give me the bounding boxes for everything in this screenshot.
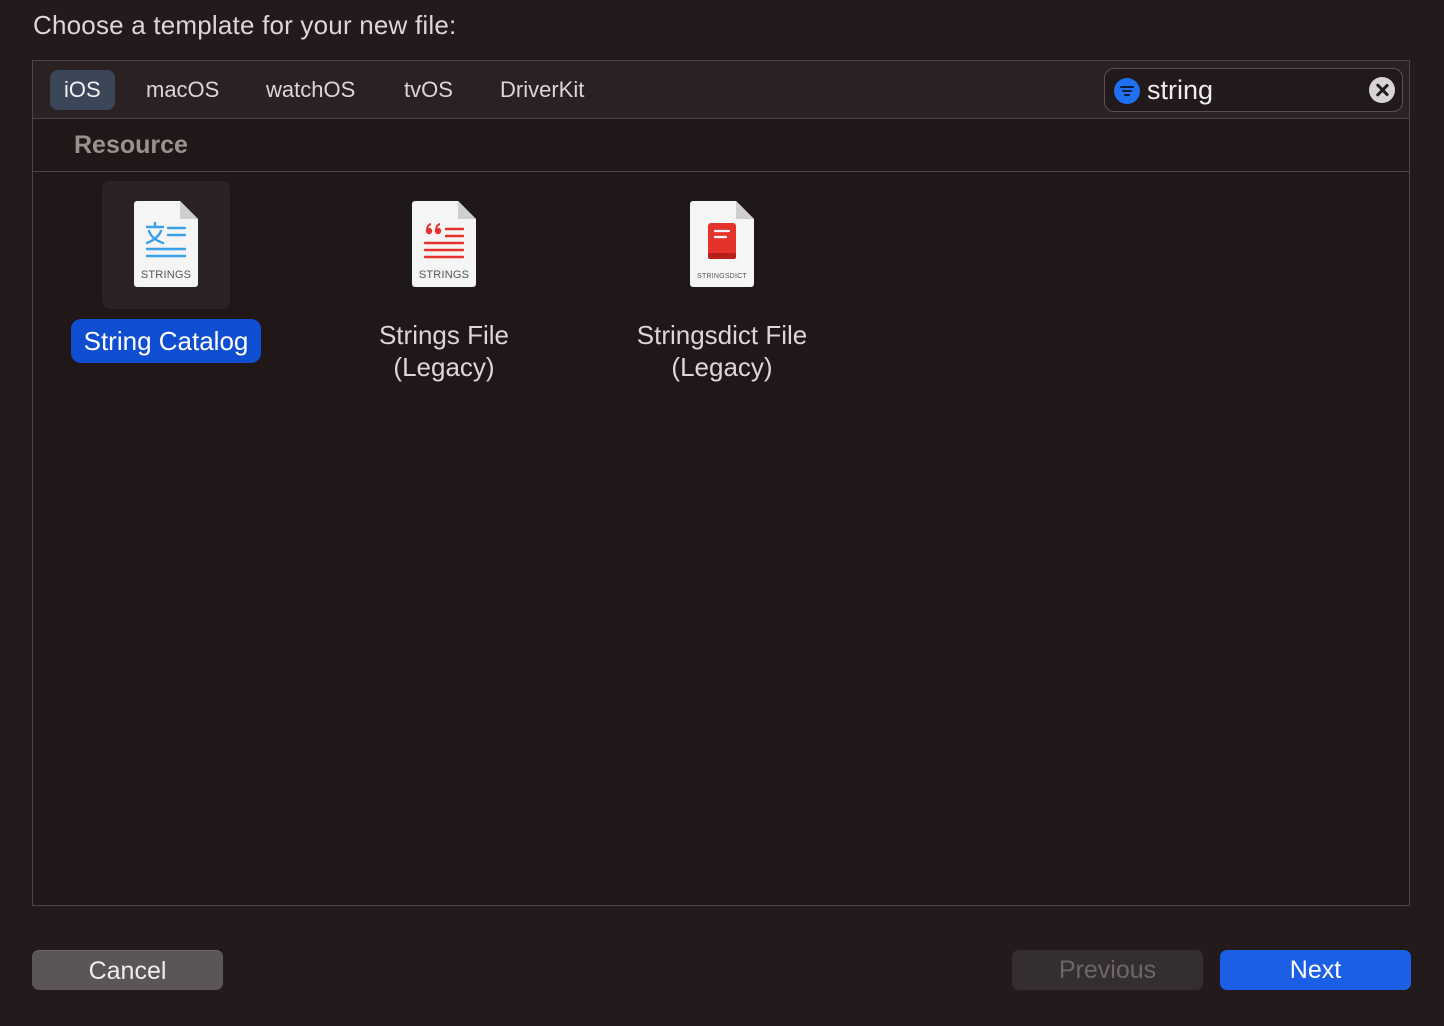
stringsdict-file-icon[interactable]: STRINGSDICT [658, 181, 786, 309]
file-type-badge: STRINGSDICT [697, 273, 747, 280]
filter-icon[interactable] [1114, 78, 1140, 104]
previous-button[interactable]: Previous [1012, 950, 1203, 990]
clear-icon[interactable] [1369, 77, 1395, 103]
tab-driverkit[interactable]: DriverKit [486, 70, 598, 110]
template-title: String Catalog [70, 319, 262, 363]
cancel-button[interactable]: Cancel [32, 950, 223, 990]
template-title-line-2: (Legacy) [671, 352, 773, 382]
template-title-line-2: (Legacy) [393, 352, 495, 382]
strings-file-icon[interactable]: STRINGS [380, 181, 508, 309]
file-type-badge: STRINGS [418, 269, 470, 281]
tab-watchos[interactable]: watchOS [252, 70, 369, 110]
platform-tab-bar: iOS macOS watchOS tvOS DriverKit [33, 61, 1409, 119]
template-title-line-1: Stringsdict File [636, 320, 808, 350]
tab-tvos[interactable]: tvOS [390, 70, 467, 110]
string-catalog-icon[interactable]: STRINGS [102, 181, 230, 309]
next-button[interactable]: Next [1220, 950, 1411, 990]
search-field [1104, 68, 1403, 112]
file-type-badge: STRINGS [140, 269, 192, 281]
template-panel: iOS macOS watchOS tvOS DriverKit Resourc… [32, 60, 1410, 906]
search-input[interactable] [1147, 73, 1357, 107]
section-header: Resource [33, 119, 1409, 172]
template-title-line-1: Strings File [378, 320, 510, 350]
tab-macos[interactable]: macOS [132, 70, 233, 110]
tab-ios[interactable]: iOS [50, 70, 115, 110]
section-title: Resource [74, 131, 188, 159]
dialog-heading: Choose a template for your new file: [33, 10, 457, 40]
